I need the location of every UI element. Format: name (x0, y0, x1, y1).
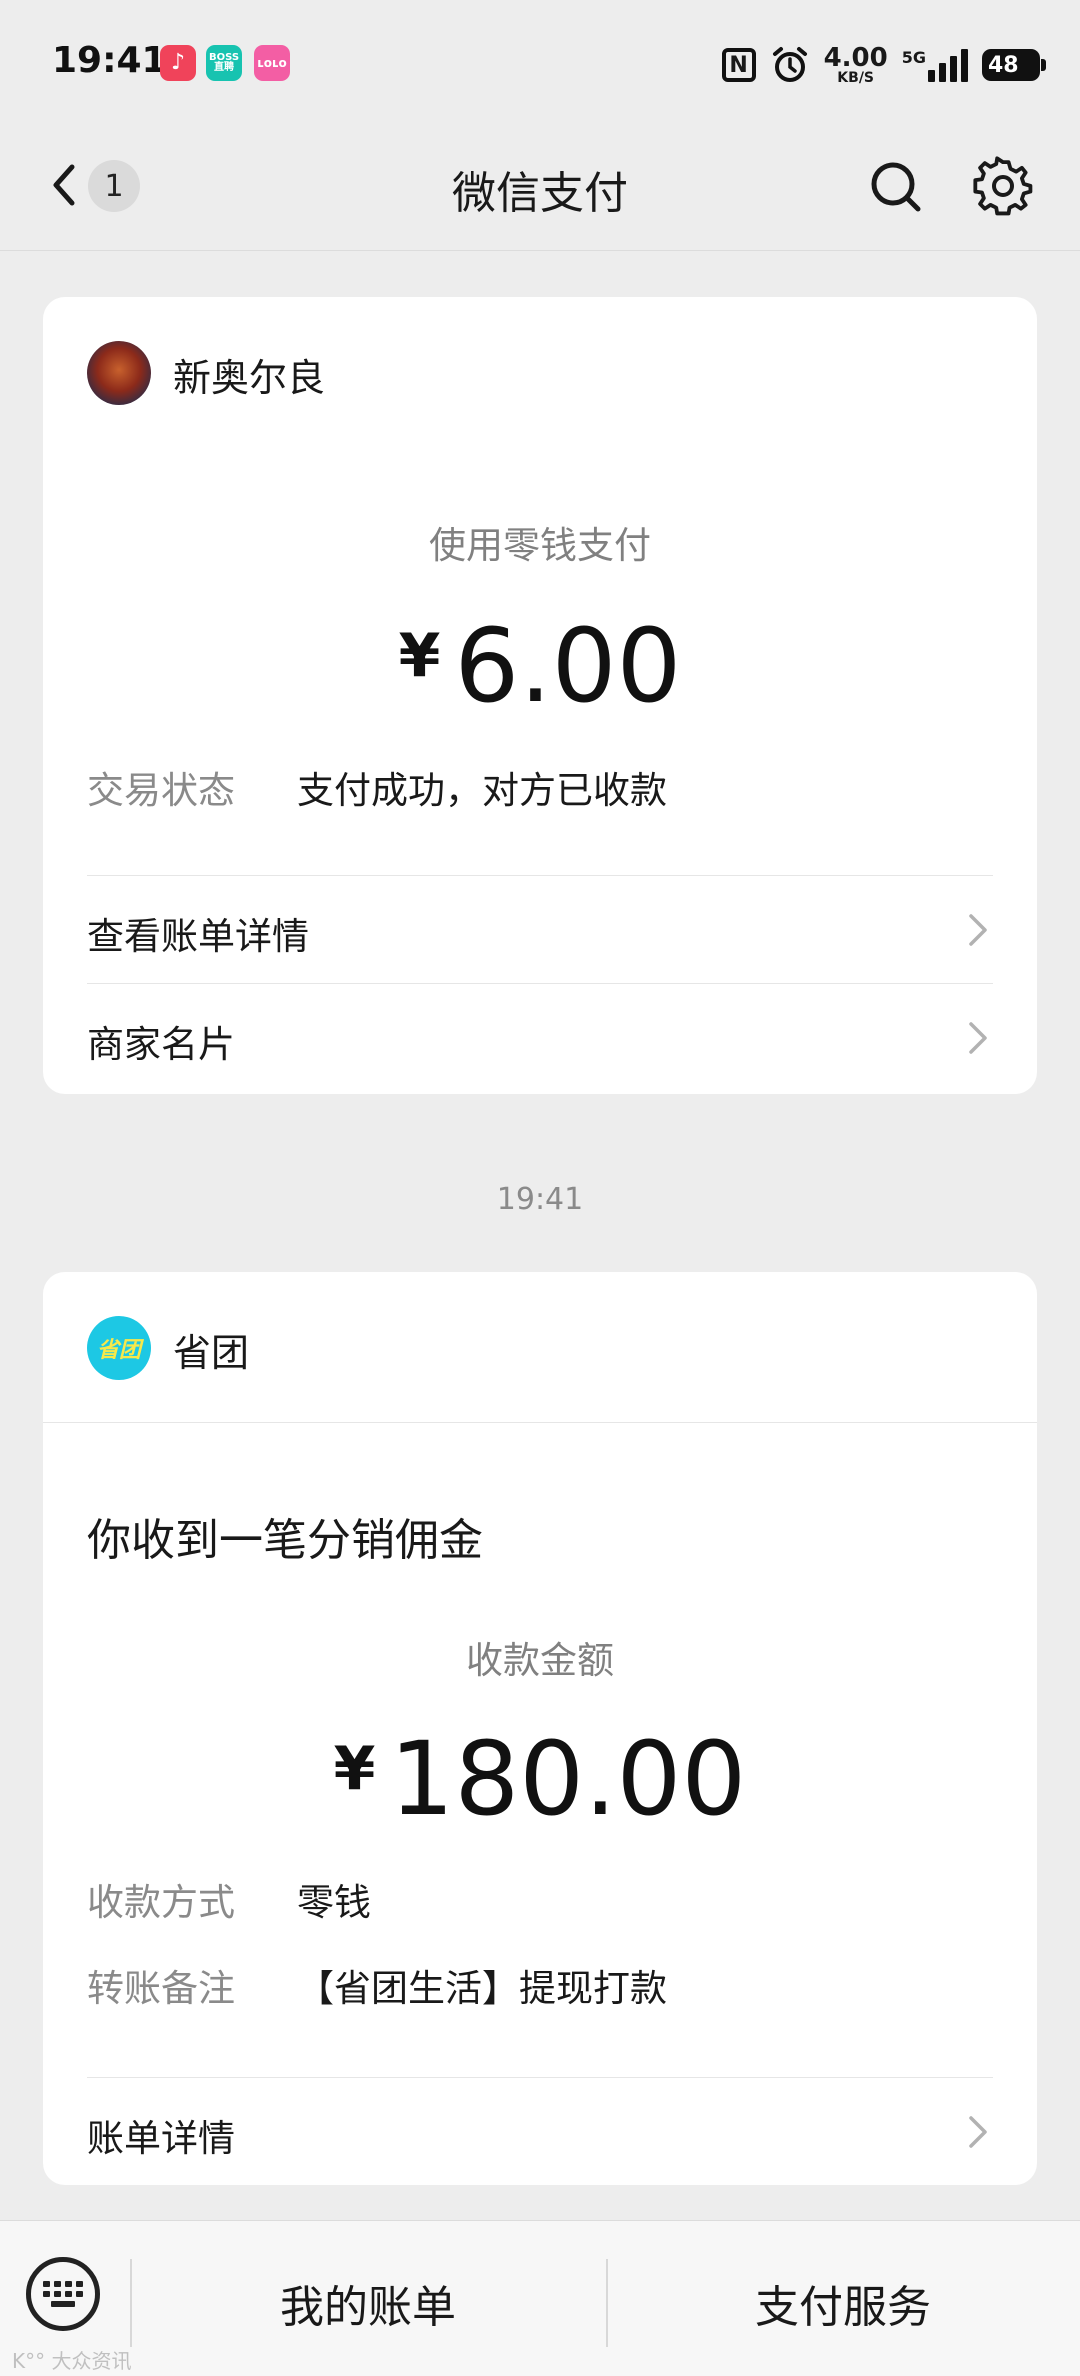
chevron-right-icon (969, 1022, 987, 1054)
amount-value: 6.00 (454, 607, 682, 726)
status-field: 交易状态 支付成功，对方已收款 (87, 760, 667, 814)
cell-signal: 5G (902, 48, 968, 82)
message-headline: 你收到一笔分销佣金 (87, 1515, 483, 1566)
commission-card: 省团 省团 你收到一笔分销佣金 收款金额 ¥180.00 收款方式 零钱 转账备注… (43, 1272, 1037, 2185)
gear-icon[interactable] (972, 155, 1034, 217)
received-amount: ¥180.00 (43, 1720, 1037, 1839)
payment-card: 新奥尔良 使用零钱支付 ¥6.00 交易状态 支付成功，对方已收款 查看账单详情 … (43, 297, 1037, 1094)
view-bill-details-row[interactable]: 查看账单详情 (87, 875, 993, 984)
row-label: 账单详情 (87, 2117, 235, 2160)
speed-unit: KB/S (837, 70, 875, 86)
search-icon[interactable] (866, 157, 926, 217)
bill-details-row[interactable]: 账单详情 (87, 2077, 993, 2185)
bottom-menu-bar: 我的账单 支付服务 (0, 2220, 1080, 2376)
pay-method-label: 使用零钱支付 (429, 524, 651, 567)
note-value: 【省团生活】提现打款 (297, 1967, 667, 2010)
signal-bars-icon (928, 48, 968, 82)
note-field: 转账备注 【省团生活】提现打款 (87, 1958, 667, 2012)
card-header: 省团 省团 (43, 1272, 1037, 1423)
status-bar: 19:41 ♪ BOSS 直聘 ʟoʟo N 4.00 KB/S 5G 48 (0, 0, 1080, 125)
status-right-group: N 4.00 KB/S 5G 48 (721, 40, 1046, 90)
merchant-name[interactable]: 省团 (173, 1322, 249, 1377)
keyboard-icon (43, 2281, 83, 2307)
status-value: 支付成功，对方已收款 (297, 769, 667, 812)
nav-bar: 1 微信支付 (0, 125, 1080, 251)
music-app-icon: ♪ (160, 45, 196, 81)
merchant-name[interactable]: 新奥尔良 (173, 347, 325, 402)
payment-services-tab[interactable]: 支付服务 (606, 2271, 1080, 2335)
note-key: 转账备注 (87, 1967, 235, 2010)
network-type: 5G (901, 48, 926, 67)
currency-symbol: ¥ (333, 1734, 376, 1804)
chevron-right-icon (969, 914, 987, 946)
alarm-icon (772, 47, 807, 82)
speed-value: 4.00 (823, 43, 888, 73)
status-key: 交易状态 (87, 769, 235, 812)
avatar-text: 省团 (96, 1338, 141, 1363)
status-time: 19:41 (52, 40, 167, 81)
currency-symbol: ¥ (398, 621, 441, 691)
watermark: K°° 大众资讯 (12, 2349, 132, 2373)
card-header: 新奥尔良 (43, 297, 1037, 447)
method-value: 零钱 (297, 1881, 371, 1924)
battery-level: 48 (988, 52, 1019, 78)
payment-amount: ¥6.00 (43, 607, 1037, 726)
battery-icon: 48 (982, 49, 1046, 81)
row-label: 查看账单详情 (87, 915, 309, 958)
merchant-avatar[interactable]: 省团 (87, 1316, 151, 1380)
merchant-card-row[interactable]: 商家名片 (87, 983, 993, 1092)
nfc-icon: N (721, 48, 756, 82)
method-field: 收款方式 零钱 (87, 1872, 371, 1926)
merchant-avatar[interactable] (87, 341, 151, 405)
amount-label: 收款金额 (466, 1639, 614, 1682)
network-speed: 4.00 KB/S (824, 45, 888, 85)
my-bills-tab[interactable]: 我的账单 (130, 2271, 606, 2335)
boss-app-icon: BOSS 直聘 (206, 45, 242, 81)
amount-value: 180.00 (389, 1720, 747, 1839)
row-label: 商家名片 (87, 1023, 235, 1066)
keyboard-toggle-button[interactable] (26, 2257, 100, 2331)
pink-app-icon: ʟoʟo (254, 45, 290, 81)
method-key: 收款方式 (87, 1881, 235, 1924)
chevron-right-icon (969, 2116, 987, 2148)
message-timestamp: 19:41 (496, 1182, 584, 1217)
